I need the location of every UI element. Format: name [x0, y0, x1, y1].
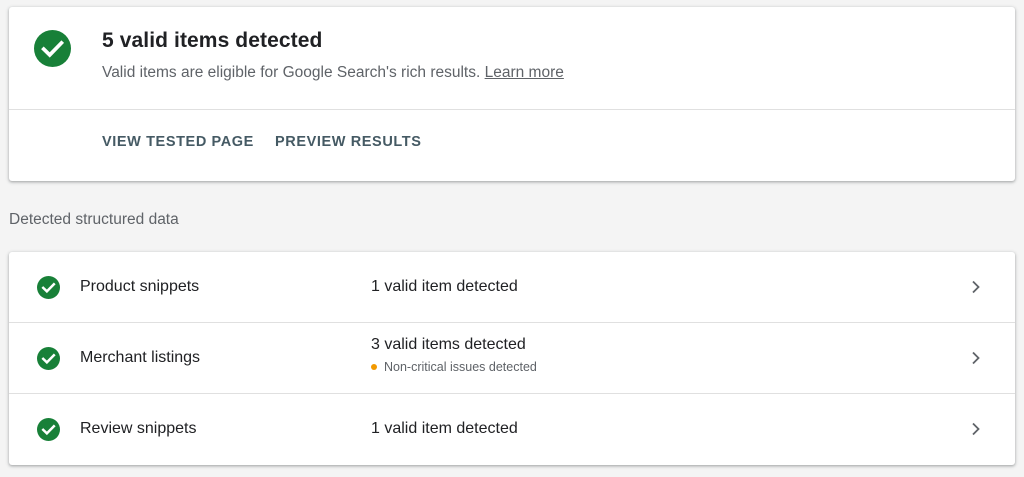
- list-item-merchant-listings[interactable]: Merchant listings 3 valid items detected…: [9, 323, 1015, 394]
- warning-text: Non-critical issues detected: [384, 360, 537, 374]
- warning-dot-icon: [371, 364, 377, 370]
- summary-card: 5 valid items detected Valid items are e…: [9, 7, 1015, 181]
- item-sub-status: Non-critical issues detected: [371, 360, 537, 374]
- divider: [9, 109, 1015, 110]
- check-circle-icon: [37, 347, 60, 370]
- check-circle-icon: [37, 418, 60, 441]
- item-label: Merchant listings: [80, 349, 201, 366]
- check-circle-icon: [34, 30, 71, 67]
- summary-description: Valid items are eligible for Google Sear…: [102, 64, 564, 82]
- list-item-product-snippets[interactable]: Product snippets 1 valid item detected: [9, 252, 1015, 323]
- item-status: 1 valid item detected: [371, 420, 518, 437]
- section-heading: Detected structured data: [9, 211, 179, 228]
- chevron-right-icon: [972, 351, 980, 365]
- check-circle-icon: [37, 276, 60, 299]
- item-status: 3 valid items detected: [371, 336, 526, 353]
- list-item-review-snippets[interactable]: Review snippets 1 valid item detected: [9, 394, 1015, 465]
- summary-title: 5 valid items detected: [102, 29, 323, 52]
- learn-more-link[interactable]: Learn more: [485, 64, 564, 81]
- chevron-right-icon: [972, 280, 980, 294]
- item-label: Review snippets: [80, 420, 197, 437]
- detected-items-list: Product snippets 1 valid item detected M…: [9, 252, 1015, 465]
- item-label: Product snippets: [80, 278, 200, 295]
- chevron-right-icon: [972, 422, 980, 436]
- view-tested-page-button[interactable]: VIEW TESTED PAGE: [102, 134, 254, 150]
- summary-description-text: Valid items are eligible for Google Sear…: [102, 64, 481, 81]
- item-status: 1 valid item detected: [371, 278, 518, 295]
- preview-results-button[interactable]: PREVIEW RESULTS: [275, 134, 422, 150]
- summary-header: 5 valid items detected Valid items are e…: [9, 7, 1015, 109]
